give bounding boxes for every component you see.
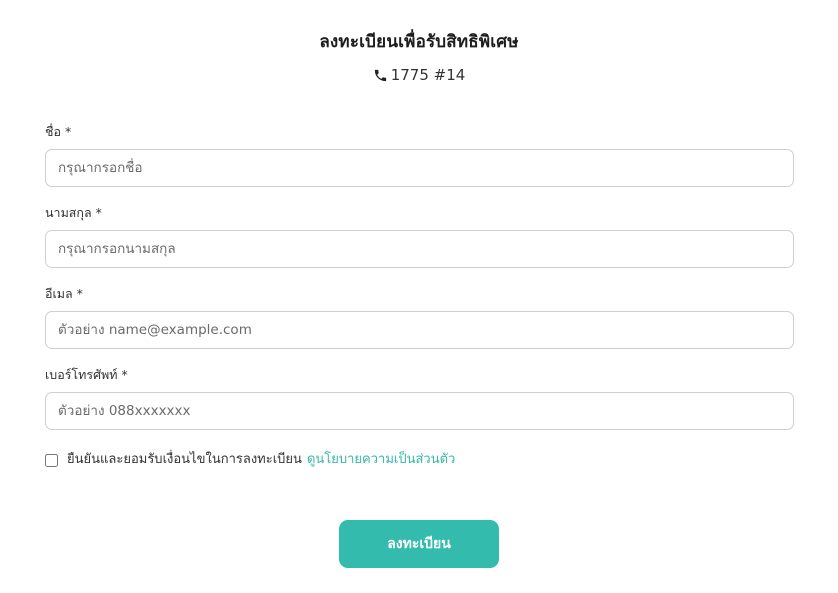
- last-name-input[interactable]: [45, 230, 794, 268]
- registration-page: ลงทะเบียนเพื่อรับสิทธิพิเศษ 1775 #14 ชื่…: [0, 0, 838, 593]
- consent-row: ยืนยันและยอมรับเงื่อนไขในการลงทะเบียน ดู…: [45, 450, 455, 470]
- phone-label: เบอร์โทรศัพท์ *: [45, 367, 128, 382]
- register-button[interactable]: ลงทะเบียน: [339, 520, 499, 568]
- consent-text: ยืนยันและยอมรับเงื่อนไขในการลงทะเบียน: [67, 452, 302, 467]
- consent-checkbox[interactable]: [45, 453, 58, 467]
- first-name-field: ชื่อ *: [45, 123, 794, 187]
- phone-number: 1775 #14: [390, 66, 466, 84]
- phone-input[interactable]: [45, 392, 794, 430]
- email-label: อีเมล *: [45, 286, 83, 301]
- phone-icon: [374, 69, 386, 81]
- first-name-input[interactable]: [45, 149, 794, 187]
- page-title: ลงทะเบียนเพื่อรับสิทธิพิเศษ: [319, 32, 519, 52]
- email-field: อีเมล *: [45, 285, 794, 349]
- privacy-policy-link[interactable]: ดูนโยบายความเป็นส่วนตัว: [307, 450, 455, 470]
- email-input[interactable]: [45, 311, 794, 349]
- first-name-label: ชื่อ *: [45, 124, 72, 139]
- phone-contact: 1775 #14: [373, 65, 466, 85]
- last-name-label: นามสกุล *: [45, 205, 102, 220]
- phone-field: เบอร์โทรศัพท์ *: [45, 366, 794, 430]
- page-header: ลงทะเบียนเพื่อรับสิทธิพิเศษ 1775 #14: [0, 30, 838, 87]
- last-name-field: นามสกุล *: [45, 204, 794, 268]
